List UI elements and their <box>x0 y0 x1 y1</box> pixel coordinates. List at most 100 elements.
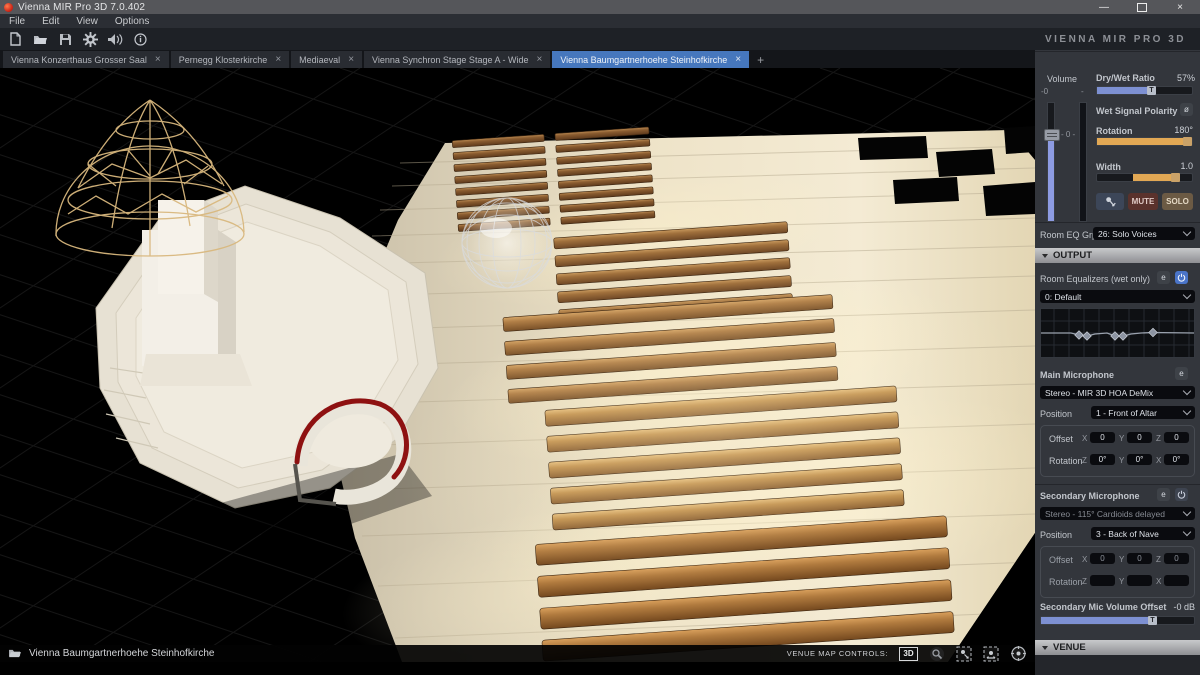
secondary-rotation-z-field[interactable] <box>1090 575 1115 586</box>
main-mic-rotation-label: Rotation <box>1049 456 1083 466</box>
volume-zero-mark: - 0 - <box>1061 130 1075 139</box>
main-offset-y-field[interactable]: 0 <box>1127 432 1152 443</box>
collapse-triangle-icon <box>1042 646 1048 650</box>
axis-label: X <box>1156 456 1161 465</box>
main-mic-edit-button[interactable]: e <box>1175 367 1188 380</box>
rotation-slider[interactable] <box>1096 137 1193 146</box>
secondary-offset-z-field[interactable]: 0 <box>1164 553 1189 564</box>
secondary-offset-y-field[interactable]: 0 <box>1127 553 1152 564</box>
menu-options[interactable]: Options <box>115 16 149 27</box>
secondary-rotation-y-field[interactable] <box>1127 575 1152 586</box>
secondary-mic-rotation-label: Rotation <box>1049 577 1083 587</box>
axis-label: X <box>1082 434 1087 443</box>
menu-file[interactable]: File <box>9 16 25 27</box>
eq-power-button[interactable] <box>1175 271 1188 284</box>
drywet-slider[interactable]: T <box>1096 86 1193 95</box>
tab-venue-4[interactable]: Vienna Synchron Stage Stage A - Wide × <box>364 51 550 68</box>
app-icon <box>4 3 13 12</box>
minimize-icon[interactable]: — <box>1096 1 1112 13</box>
tab-close-icon[interactable]: × <box>348 54 354 65</box>
tab-close-icon[interactable]: × <box>275 54 281 65</box>
secondary-volume-value: -0 dB <box>1165 602 1195 612</box>
chevron-down-icon <box>1183 528 1191 536</box>
main-microphone-sphere[interactable] <box>462 198 552 288</box>
tab-venue-5-active[interactable]: Vienna Baumgartnerhoehe Steinhofkirche × <box>552 51 749 68</box>
secondary-mic-position-dropdown[interactable]: 3 - Back of Nave <box>1091 527 1195 540</box>
menu-view[interactable]: View <box>76 16 98 27</box>
chevron-down-icon <box>1183 228 1191 236</box>
main-rotation-y-field[interactable]: 0° <box>1127 454 1152 465</box>
secondary-volume-label: Secondary Mic Volume Offset <box>1040 602 1166 612</box>
axis-label: Y <box>1119 456 1124 465</box>
secondary-mic-power-button[interactable] <box>1175 488 1188 501</box>
mixer-panel: Volume -0 - - 0 - Dry/Wet Ratio 57% T We… <box>1035 50 1200 675</box>
axis-label: Z <box>1156 555 1161 564</box>
secondary-volume-slider[interactable]: T <box>1040 616 1195 625</box>
toolbar: VIENNA MIR PRO 3D <box>0 28 1200 50</box>
save-icon[interactable] <box>57 31 73 47</box>
close-icon[interactable]: × <box>1172 1 1188 13</box>
venue-section-header[interactable]: VENUE <box>1035 640 1200 655</box>
solo-button[interactable]: SOLO <box>1162 193 1193 210</box>
level-meter <box>1079 102 1087 222</box>
mir-speaker-icon[interactable] <box>107 31 123 47</box>
secondary-rotation-x-field[interactable] <box>1164 575 1189 586</box>
add-tab-button[interactable]: + <box>751 51 770 68</box>
chevron-down-icon <box>1183 387 1191 395</box>
locate-target-icon[interactable] <box>1010 645 1027 662</box>
room-eq-grp-dropdown[interactable]: 26: Solo Voices <box>1093 227 1195 240</box>
open-folder-icon[interactable] <box>32 31 48 47</box>
rotation-slider-handle[interactable] <box>1183 137 1192 146</box>
new-file-icon[interactable] <box>7 31 23 47</box>
secondary-offset-x-field[interactable]: 0 <box>1090 553 1115 564</box>
secondary-mic-position-label: Position <box>1040 530 1072 540</box>
eq-curve-graph[interactable] <box>1040 308 1195 358</box>
menu-edit[interactable]: Edit <box>42 16 59 27</box>
secondary-volume-handle[interactable]: T <box>1148 616 1157 625</box>
tab-close-icon[interactable]: × <box>735 54 741 65</box>
main-offset-z-field[interactable]: 0 <box>1164 432 1189 443</box>
frame-selection-icon[interactable] <box>956 646 972 662</box>
axis-label: Z <box>1082 577 1087 586</box>
tab-close-icon[interactable]: × <box>536 54 542 65</box>
secondary-mic-edit-button[interactable]: e <box>1157 488 1170 501</box>
status-bar: Vienna Baumgartnerhoehe Steinhofkirche V… <box>0 645 1035 662</box>
title-bar: Vienna MIR Pro 3D 7.0.402 — × <box>0 0 1200 14</box>
maximize-icon[interactable] <box>1134 1 1150 13</box>
venue-folder-icon[interactable] <box>8 648 22 659</box>
tab-venue-3[interactable]: Mediaeval × <box>291 51 362 68</box>
main-mic-offset-label: Offset <box>1049 434 1073 444</box>
settings-gear-icon[interactable] <box>82 31 98 47</box>
polarity-invert-button[interactable]: ø <box>1180 103 1193 116</box>
info-icon[interactable] <box>132 31 148 47</box>
view-3d-button[interactable]: 3D <box>899 647 918 661</box>
secondary-mic-offset-label: Offset <box>1049 555 1073 565</box>
width-slider-handle[interactable] <box>1171 173 1180 182</box>
secondary-mic-type-dropdown[interactable]: Stereo - 115° Cardioids delayed <box>1040 507 1195 520</box>
tab-venue-2[interactable]: Pernegg Klosterkirche × <box>171 51 289 68</box>
tab-venue-1[interactable]: Vienna Konzerthaus Grosser Saal × <box>3 51 169 68</box>
frame-all-icon[interactable] <box>983 646 999 662</box>
eq-edit-button[interactable]: e <box>1157 271 1170 284</box>
width-slider[interactable] <box>1096 173 1193 182</box>
main-offset-x-field[interactable]: 0 <box>1090 432 1115 443</box>
microphone-tool-button[interactable] <box>1096 193 1124 210</box>
tab-close-icon[interactable]: × <box>155 54 161 65</box>
venue-3d-viewport[interactable] <box>0 68 1035 662</box>
room-eq-label: Room Equalizers (wet only) <box>1040 274 1150 284</box>
output-section-header[interactable]: OUTPUT <box>1035 248 1200 263</box>
main-rotation-x-field[interactable]: 0° <box>1164 454 1189 465</box>
main-mic-type-dropdown[interactable]: Stereo - MIR 3D HOA DeMix <box>1040 386 1195 399</box>
drywet-slider-handle[interactable]: T <box>1147 86 1156 95</box>
volume-slider-handle[interactable] <box>1044 129 1060 141</box>
main-rotation-z-field[interactable]: 0° <box>1090 454 1115 465</box>
main-mic-position-dropdown[interactable]: 1 - Front of Altar <box>1091 406 1195 419</box>
volume-scale-left: -0 <box>1041 87 1048 96</box>
eq-preset-dropdown[interactable]: 0: Default <box>1040 290 1195 303</box>
app-window: Vienna MIR Pro 3D 7.0.402 — × File Edit … <box>0 0 1200 675</box>
orbit-view-icon[interactable] <box>929 646 945 662</box>
axis-label: X <box>1156 577 1161 586</box>
volume-slider[interactable] <box>1047 102 1055 222</box>
mute-button[interactable]: MUTE <box>1128 193 1158 210</box>
axis-label: Z <box>1156 434 1161 443</box>
